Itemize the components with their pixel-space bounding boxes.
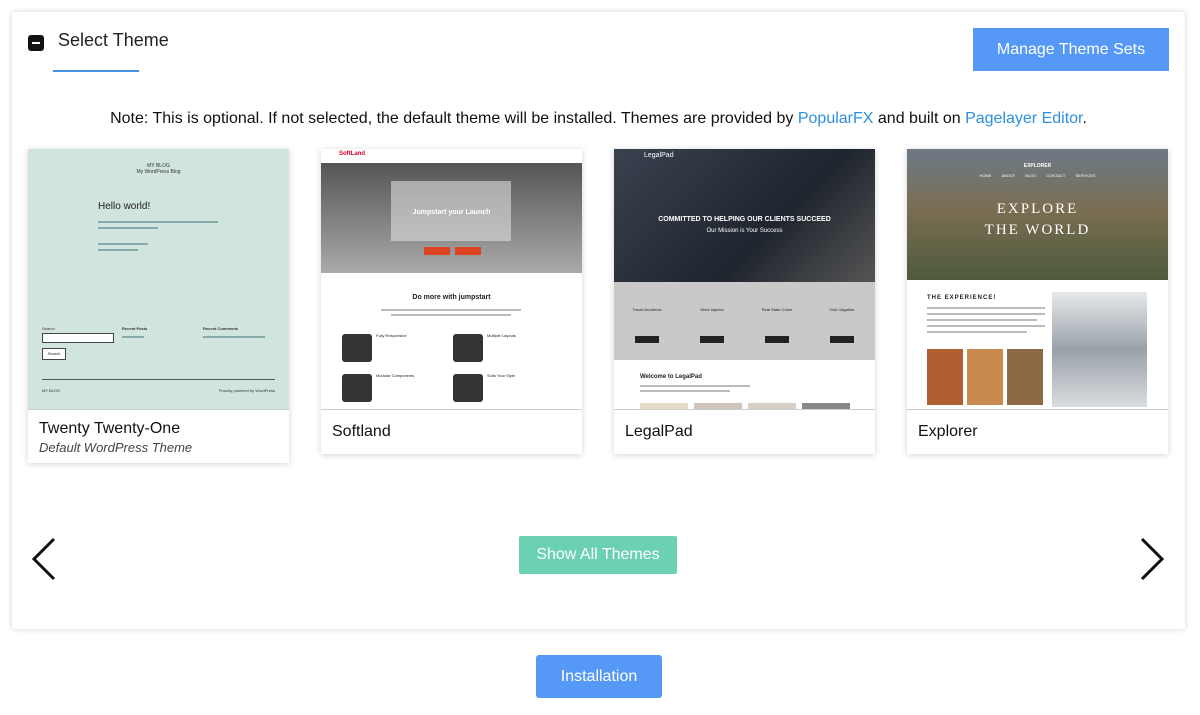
- section-title: Select Theme: [58, 30, 169, 50]
- preview-feature: Multiple Layouts: [487, 333, 516, 338]
- theme-name: LegalPad: [625, 423, 693, 440]
- next-arrow[interactable]: [1138, 535, 1168, 583]
- preview-blog-tagline: My WordPress Blog: [136, 169, 181, 175]
- theme-name: Softland: [332, 423, 391, 440]
- theme-name: Explorer: [918, 423, 978, 440]
- theme-card-legalpad[interactable]: LegalPad COMMITTED TO HELPING OUR CLIENT…: [614, 149, 875, 454]
- preview-recent-comments: Recent Comments: [203, 326, 239, 331]
- preview-hero-title-1: EXPLORE: [996, 201, 1079, 217]
- show-all-themes-button[interactable]: Show All Themes: [519, 536, 677, 574]
- pagelayer-link[interactable]: Pagelayer Editor: [965, 110, 1082, 127]
- theme-thumbnail: EXPLORER HOME ABOUT BLOG CONTACT SERVICE…: [907, 149, 1168, 410]
- preview-hero-title: Jumpstart your Launch: [412, 209, 491, 216]
- note-text-2: and built on: [873, 110, 966, 127]
- preview-footer-left: MY BLOG: [42, 388, 61, 393]
- preview-search-button: Search: [42, 348, 66, 360]
- manage-theme-sets-button[interactable]: Manage Theme Sets: [973, 28, 1169, 71]
- preview-section-title: THE EXPERIENCE!: [927, 295, 997, 301]
- note-prefix: Note:: [110, 110, 149, 127]
- preview-nav-item: ABOUT: [1001, 173, 1016, 178]
- preview-logo: SoftLand: [339, 151, 365, 157]
- note-text-3: .: [1082, 110, 1087, 127]
- note-text: Note: This is optional. If not selected,…: [12, 110, 1185, 128]
- preview-nav-item: CONTACT: [1046, 173, 1066, 178]
- preview-nav-item: HOME: [979, 173, 992, 178]
- preview-feature: Suits Your Style: [487, 373, 516, 378]
- preview-logo: LegalPad: [644, 152, 674, 159]
- preview-hero-subtitle: Our Mission is Your Success: [706, 228, 783, 234]
- preview-search-label: Search: [42, 326, 55, 331]
- preview-feature: Modular Components: [376, 373, 415, 378]
- preview-column: Real State Crime: [761, 307, 793, 312]
- theme-thumbnail: MY BLOG My WordPress Blog Hello world! S…: [28, 149, 289, 410]
- collapse-icon[interactable]: [28, 34, 44, 51]
- preview-recent-posts: Recent Posts: [122, 326, 148, 331]
- preview-column: Travel Accidents: [632, 307, 662, 312]
- theme-card-twenty-twenty-one[interactable]: MY BLOG My WordPress Blog Hello world! S…: [28, 149, 289, 463]
- theme-card-explorer[interactable]: EXPLORER HOME ABOUT BLOG CONTACT SERVICE…: [907, 149, 1168, 454]
- preview-column: Civil Litigation: [829, 307, 855, 312]
- preview-hero-title-2: THE WORLD: [984, 222, 1091, 238]
- preview-column: Work Injuries: [700, 307, 724, 312]
- preview-footer-right: Proudly powered by WordPress: [218, 388, 275, 393]
- popularfx-link[interactable]: PopularFX: [798, 110, 874, 127]
- theme-name: Twenty Twenty-One: [39, 420, 181, 437]
- preview-nav-item: SERVICES: [1075, 173, 1096, 178]
- theme-carousel: MY BLOG My WordPress Blog Hello world! S…: [28, 149, 1169, 469]
- previous-arrow[interactable]: [28, 535, 58, 583]
- preview-nav-item: BLOG: [1025, 173, 1037, 178]
- installation-button[interactable]: Installation: [536, 655, 662, 698]
- theme-card-softland[interactable]: SoftLand Jumpstart your Launch Do more w…: [321, 149, 582, 454]
- theme-thumbnail: SoftLand Jumpstart your Launch Do more w…: [321, 149, 582, 410]
- preview-feature: Fully Responsive: [376, 333, 407, 338]
- preview-section-title: Do more with jumpstart: [412, 294, 491, 301]
- theme-thumbnail: LegalPad COMMITTED TO HELPING OUR CLIENT…: [614, 149, 875, 410]
- theme-subtitle: Default WordPress Theme: [39, 440, 193, 455]
- chevron-left-icon: [31, 537, 56, 581]
- section-header[interactable]: Select Theme: [28, 30, 169, 51]
- chevron-right-icon: [1140, 537, 1165, 581]
- title-underline: [53, 70, 139, 72]
- preview-logo: EXPLORER: [1023, 163, 1052, 169]
- note-text-1: This is optional. If not selected, the d…: [148, 110, 798, 127]
- preview-hero-title: COMMITTED TO HELPING OUR CLIENTS SUCCEED: [658, 216, 831, 223]
- preview-welcome: Welcome to LegalPad: [640, 374, 702, 380]
- preview-post-title: Hello world!: [98, 201, 151, 212]
